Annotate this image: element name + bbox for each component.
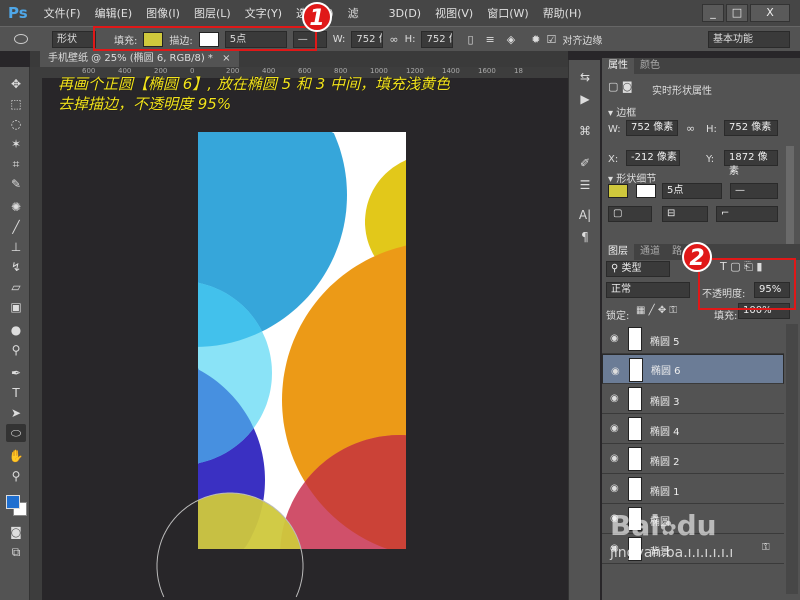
foreground-color-swatch[interactable] (6, 495, 20, 509)
bounds-header-label: 边框 (616, 108, 637, 119)
layer-row-ellipse-1[interactable]: ◉ 椭圆 1 (602, 474, 784, 504)
stroke-corners-select[interactable]: ⌐ (716, 206, 778, 222)
prop-stroke-type-select[interactable]: — (730, 183, 778, 199)
watermark-url: jingyan.ba.ı.ı.ı.ı.ı.ı (610, 545, 734, 561)
prop-x-label: X: (608, 154, 619, 165)
prop-w-label: W: (608, 124, 621, 135)
caption-line-2: 去掉描边，不透明度 95% (58, 95, 232, 113)
annotation-badge-2: 2 (682, 242, 712, 272)
layer-row-ellipse-5[interactable]: ◉ 椭圆 5 (602, 324, 784, 354)
prop-y-label: Y: (706, 154, 715, 165)
layer-thumbnail (628, 387, 642, 411)
bounds-header: ▾ 边框 (608, 108, 637, 119)
history-panel-icon[interactable]: ⇆ (575, 70, 595, 88)
tab-layers[interactable]: 图层 (602, 244, 634, 260)
instruction-caption: 再画个正圆【椭圆 6】, 放在椭圆 5 和 3 中间，填充浅黄色 去掉描边，不透… (58, 74, 450, 114)
caption-line-1: 再画个正圆【椭圆 6】, 放在椭圆 5 和 3 中间，填充浅黄色 (58, 75, 451, 93)
visibility-eye-icon[interactable]: ◉ (610, 393, 619, 404)
character-panel-icon[interactable]: A| (575, 208, 595, 226)
prop-x-field[interactable]: -212 像素 (626, 150, 680, 166)
layers-scrollbar[interactable] (786, 324, 798, 594)
brush-panel-icon[interactable]: ✐ (575, 156, 595, 174)
tool-presets-icon[interactable]: ⌘ (575, 124, 595, 142)
brush-presets-icon[interactable]: ☰ (575, 178, 595, 196)
visibility-eye-icon[interactable]: ◉ (610, 453, 619, 464)
properties-title: 实时形状属性 (652, 86, 712, 97)
tab-properties[interactable]: 属性 (602, 58, 634, 74)
lock-icon: ⚿ (762, 542, 770, 553)
properties-scrollbar[interactable] (786, 146, 794, 246)
shape-details-header: ▾ 形状细节 (608, 174, 657, 185)
properties-tabs: 属性 颜色 (602, 58, 800, 74)
prop-h-label: H: (706, 124, 717, 135)
layer-thumbnail (629, 358, 643, 382)
layer-filter-value: 类型 (621, 263, 642, 274)
visibility-eye-icon[interactable]: ◉ (610, 333, 619, 344)
layer-thumbnail (628, 327, 642, 351)
paragraph-panel-icon[interactable]: ¶ (575, 230, 595, 248)
layer-thumbnail (628, 417, 642, 441)
baidu-watermark: Bai✿du jingyan.ba.ı.ı.ı.ı.ı.ı (610, 510, 733, 562)
tab-channels[interactable]: 通道 (634, 244, 666, 260)
layer-row-ellipse-3[interactable]: ◉ 椭圆 3 (602, 384, 784, 414)
layer-thumbnail (628, 477, 642, 501)
stroke-caps-select[interactable]: ⊟ (662, 206, 708, 222)
collapsed-panel-strip: ⇆ ▶ ⌘ ✐ ☰ A| ¶ (568, 60, 600, 600)
annotation-box-2 (698, 258, 796, 310)
prop-height-field[interactable]: 752 像素 (724, 120, 778, 136)
prop-width-field[interactable]: 752 像素 (626, 120, 678, 136)
lock-icons[interactable]: ▦ ╱ ✥ ⚿ (636, 305, 677, 316)
layer-name: 椭圆 4 (650, 427, 680, 438)
layer-row-ellipse-4[interactable]: ◉ 椭圆 4 (602, 414, 784, 444)
prop-fill-swatch[interactable] (608, 184, 628, 198)
visibility-eye-icon[interactable]: ◉ (610, 483, 619, 494)
visibility-eye-icon[interactable]: ◉ (610, 423, 619, 434)
actions-panel-icon[interactable]: ▶ (575, 92, 595, 110)
prop-stroke-swatch[interactable] (636, 184, 656, 198)
stroke-align-select[interactable]: ▢ (608, 206, 652, 222)
layer-thumbnail (628, 447, 642, 471)
shape-mask-icon[interactable]: ▢ ◙ (608, 80, 633, 93)
prop-stroke-width-field[interactable]: 5点 (662, 183, 722, 199)
blend-mode-select[interactable]: 正常 (606, 282, 690, 298)
layer-name: 椭圆 2 (650, 457, 680, 468)
layer-row-ellipse-2[interactable]: ◉ 椭圆 2 (602, 444, 784, 474)
prop-y-field[interactable]: 1872 像素 (724, 150, 778, 177)
layer-name: 椭圆 5 (650, 337, 680, 348)
layer-name: 椭圆 1 (650, 487, 680, 498)
link-icon[interactable]: ∞ (686, 122, 695, 135)
tab-color[interactable]: 颜色 (634, 58, 666, 74)
layer-name: 椭圆 3 (650, 397, 680, 408)
layer-name: 椭圆 6 (651, 366, 681, 377)
watermark-logo: Bai✿du (610, 509, 717, 542)
visibility-eye-icon[interactable]: ◉ (611, 364, 620, 379)
layer-filter-select[interactable]: ⚲ 类型 (606, 261, 670, 277)
lock-label: 锁定: (606, 311, 630, 322)
layer-row-ellipse-6[interactable]: ◉ 椭圆 6 (602, 354, 784, 384)
